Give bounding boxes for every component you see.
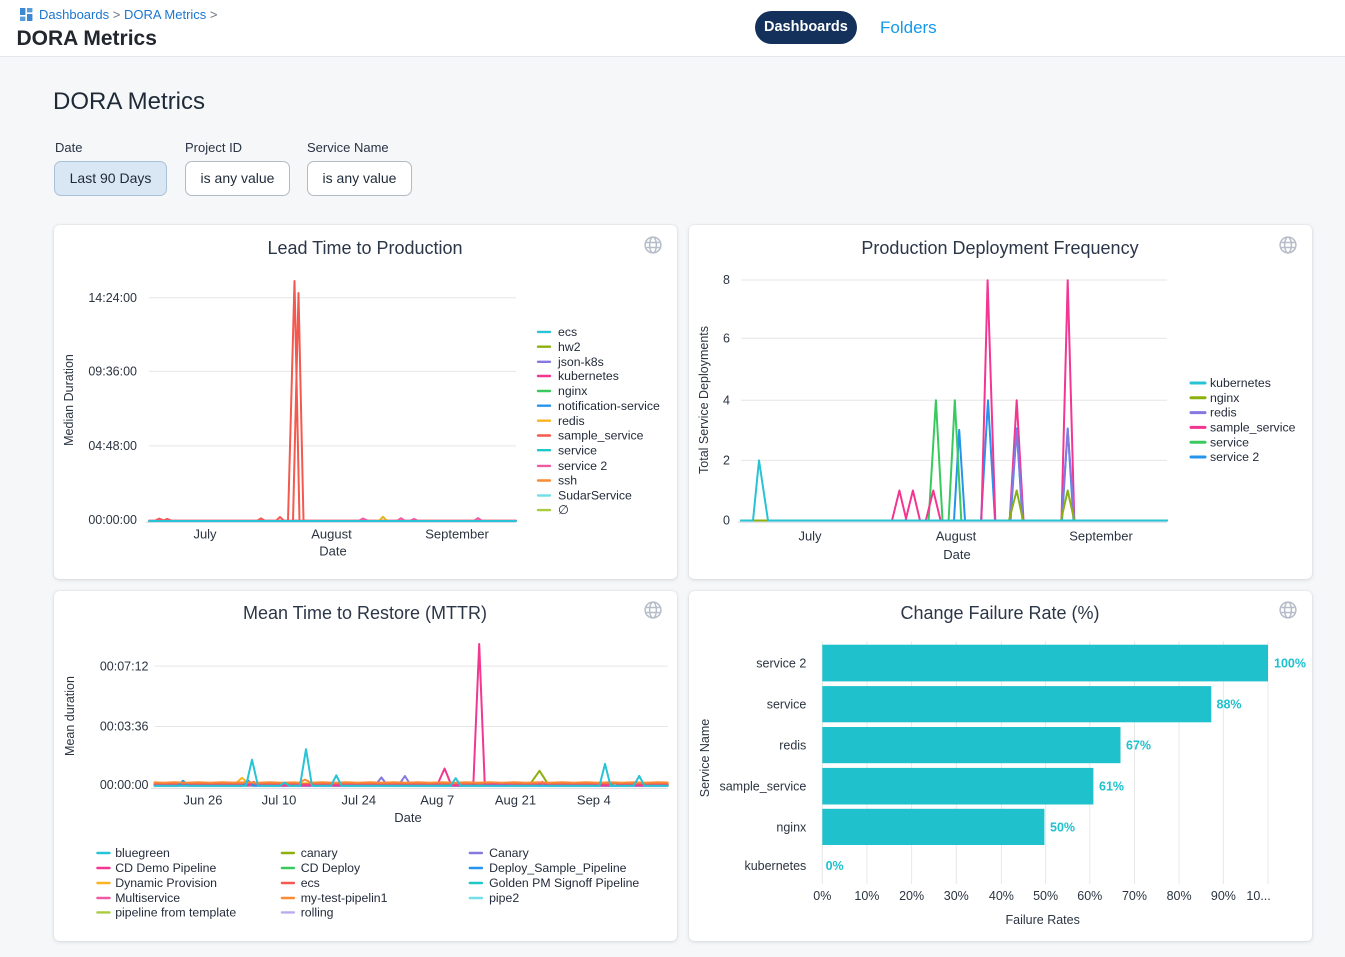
svg-text:8: 8 (723, 273, 730, 287)
svg-text:nginx: nginx (558, 384, 588, 398)
svg-text:json-k8s: json-k8s (557, 355, 604, 369)
svg-text:00:03:36: 00:03:36 (100, 720, 149, 734)
svg-text:service: service (558, 443, 597, 457)
svg-text:Mean Time to Restore (MTTR): Mean Time to Restore (MTTR) (243, 603, 487, 623)
svg-text:00:00:00: 00:00:00 (88, 513, 137, 527)
svg-text:ssh: ssh (558, 474, 577, 488)
svg-text:August: August (936, 529, 977, 544)
svg-text:50%: 50% (1033, 889, 1058, 903)
svg-text:nginx: nginx (1210, 391, 1240, 405)
svg-text:service 2: service 2 (756, 656, 806, 670)
svg-text:notification-service: notification-service (558, 399, 660, 413)
svg-text:July: July (193, 527, 217, 542)
svg-text:Deploy_Sample_Pipeline: Deploy_Sample_Pipeline (489, 861, 627, 875)
svg-text:Date: Date (394, 810, 421, 825)
svg-text:SudarService: SudarService (558, 489, 632, 503)
svg-text:Date: Date (943, 547, 970, 562)
svg-text:0: 0 (723, 514, 730, 528)
svg-text:Golden PM Signoff Pipeline: Golden PM Signoff Pipeline (489, 876, 639, 890)
svg-text:service 2: service 2 (558, 459, 607, 473)
svg-text:14:24:00: 14:24:00 (88, 291, 137, 305)
svg-text:Jun 26: Jun 26 (183, 793, 222, 808)
svg-text:04:48:00: 04:48:00 (88, 439, 137, 453)
svg-text:Total Service Deployments: Total Service Deployments (697, 326, 711, 474)
svg-text:Date: Date (319, 544, 346, 559)
svg-text:70%: 70% (1122, 889, 1147, 903)
svg-text:service 2: service 2 (1210, 450, 1259, 464)
svg-text:2: 2 (723, 454, 730, 468)
svg-text:Production Deployment Frequenc: Production Deployment Frequency (861, 238, 1138, 258)
svg-text:6: 6 (723, 332, 730, 346)
svg-text:canary: canary (301, 846, 339, 860)
svg-text:service: service (767, 698, 807, 712)
svg-text:4: 4 (723, 393, 730, 407)
svg-text:Median Duration: Median Duration (62, 354, 76, 446)
svg-text:00:07:12: 00:07:12 (100, 659, 149, 673)
svg-text:rolling: rolling (301, 906, 334, 920)
svg-text:pipe2: pipe2 (489, 891, 519, 905)
svg-text:ecs: ecs (301, 876, 320, 890)
svg-text:Multiservice: Multiservice (115, 891, 180, 905)
svg-text:redis: redis (1210, 406, 1237, 420)
svg-text:0%: 0% (813, 889, 831, 903)
svg-text:hw2: hw2 (558, 340, 581, 354)
svg-text:service: service (1210, 435, 1249, 449)
svg-text:CD Demo Pipeline: CD Demo Pipeline (115, 861, 216, 875)
svg-text:September: September (425, 527, 489, 542)
svg-text:August: August (311, 527, 352, 542)
svg-text:Lead Time to Production: Lead Time to Production (267, 238, 462, 258)
svg-text:80%: 80% (1167, 889, 1192, 903)
svg-text:00:00:00: 00:00:00 (100, 778, 149, 792)
svg-text:kubernetes: kubernetes (558, 369, 619, 383)
svg-text:September: September (1069, 529, 1133, 544)
svg-text:Sep 4: Sep 4 (577, 793, 611, 808)
svg-text:Canary: Canary (489, 846, 529, 860)
svg-text:Jul 24: Jul 24 (341, 793, 376, 808)
svg-text:nginx: nginx (776, 820, 807, 834)
svg-text:Aug 21: Aug 21 (495, 793, 536, 808)
svg-text:sample_service: sample_service (1210, 421, 1296, 435)
svg-text:Failure Rates: Failure Rates (1006, 913, 1080, 927)
svg-text:∅: ∅ (558, 503, 569, 517)
svg-text:09:36:00: 09:36:00 (88, 365, 137, 379)
svg-text:30%: 30% (944, 889, 969, 903)
svg-text:88%: 88% (1217, 698, 1242, 712)
svg-text:Service Name: Service Name (698, 719, 712, 798)
svg-text:Dynamic Provision: Dynamic Provision (115, 876, 217, 890)
svg-text:20%: 20% (899, 889, 924, 903)
svg-text:60%: 60% (1077, 889, 1102, 903)
svg-text:CD Deploy: CD Deploy (301, 861, 361, 875)
svg-text:Jul 10: Jul 10 (262, 793, 297, 808)
svg-text:kubernetes: kubernetes (744, 859, 806, 873)
svg-text:sample_service: sample_service (558, 429, 644, 443)
svg-text:Aug 7: Aug 7 (420, 793, 454, 808)
svg-text:67%: 67% (1126, 739, 1151, 753)
svg-text:Change Failure Rate (%): Change Failure Rate (%) (900, 603, 1099, 623)
svg-text:40%: 40% (989, 889, 1014, 903)
svg-text:Mean duration: Mean duration (63, 676, 77, 756)
svg-text:0%: 0% (826, 859, 844, 873)
svg-text:pipeline from template: pipeline from template (115, 906, 236, 920)
svg-text:my-test-pipelin1: my-test-pipelin1 (301, 891, 388, 905)
svg-text:redis: redis (779, 739, 806, 753)
svg-text:sample_service: sample_service (719, 780, 806, 794)
svg-text:July: July (798, 529, 822, 544)
svg-text:10...: 10... (1246, 889, 1270, 903)
svg-text:90%: 90% (1211, 889, 1236, 903)
svg-text:10%: 10% (854, 889, 879, 903)
svg-text:61%: 61% (1099, 780, 1124, 794)
svg-text:redis: redis (558, 414, 585, 428)
svg-text:ecs: ecs (558, 325, 577, 339)
svg-text:kubernetes: kubernetes (1210, 376, 1271, 390)
svg-text:50%: 50% (1050, 820, 1075, 834)
svg-text:100%: 100% (1274, 656, 1306, 670)
svg-text:bluegreen: bluegreen (115, 846, 170, 860)
